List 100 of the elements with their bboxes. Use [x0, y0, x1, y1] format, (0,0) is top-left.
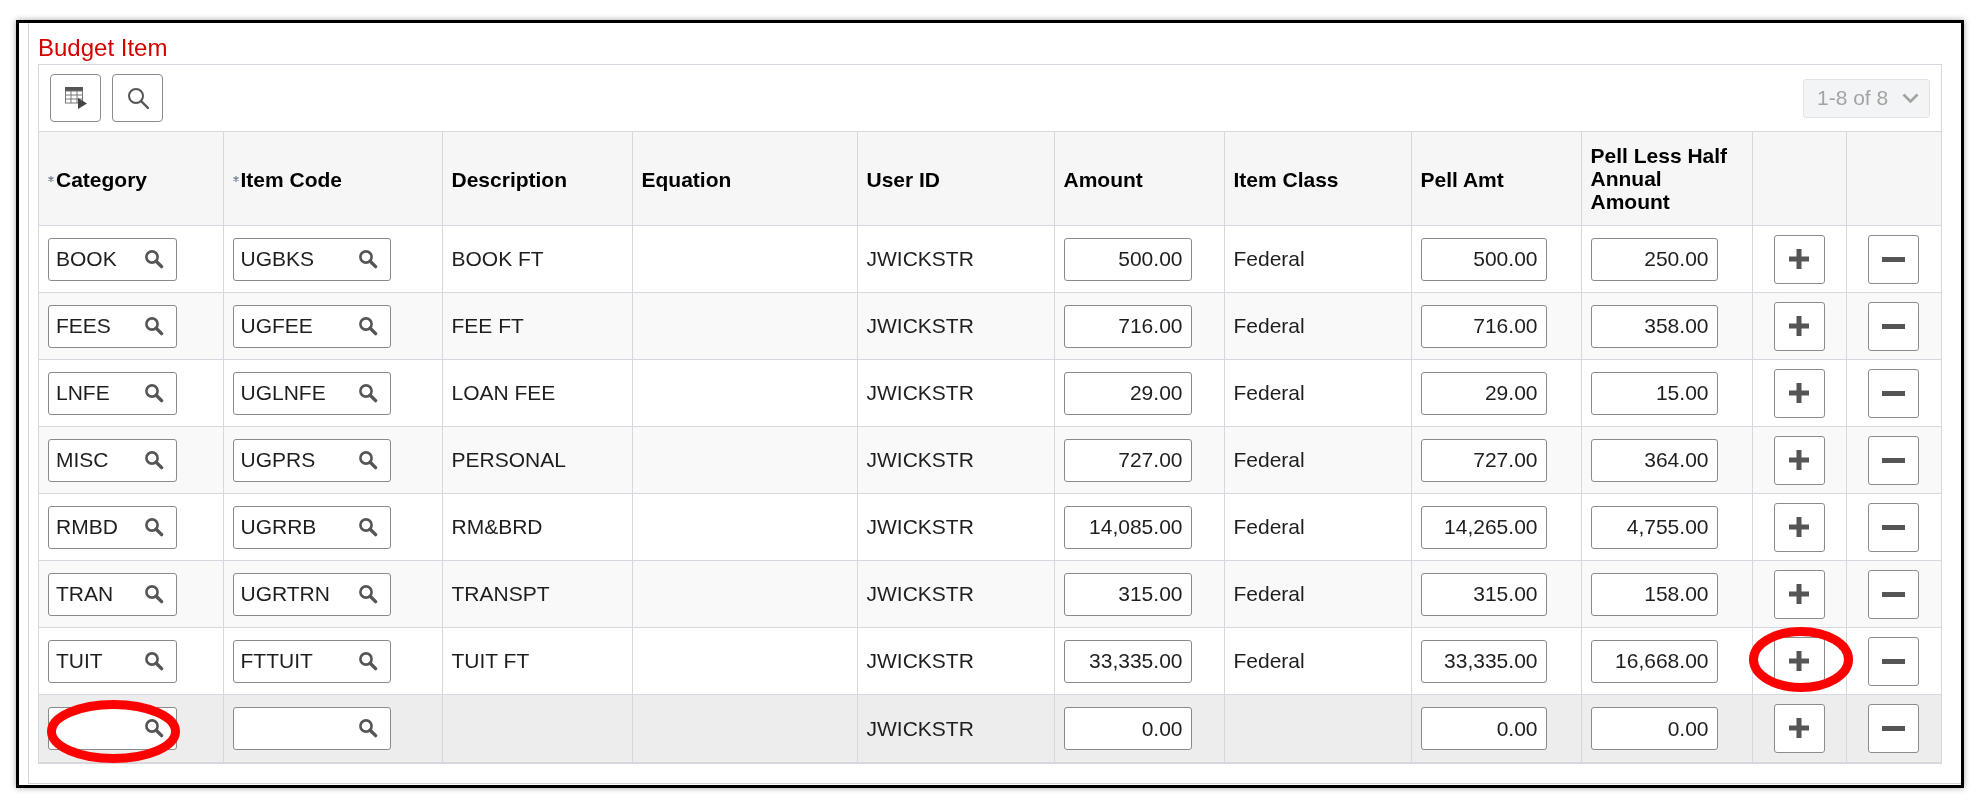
item-code-field[interactable]: UGBKS	[232, 237, 391, 281]
amount-field[interactable]: 500.00	[1063, 237, 1192, 281]
item-code-field[interactable]	[232, 706, 391, 750]
description-text: LOAN FEE	[451, 381, 556, 405]
column-header: Item Code	[240, 167, 342, 191]
amount-field[interactable]: 716.00	[1063, 304, 1192, 348]
search-icon[interactable]	[357, 718, 378, 739]
category-field[interactable]: BOOK	[48, 237, 177, 281]
search-icon[interactable]	[357, 316, 378, 336]
item-code-field[interactable]: UGRRB	[232, 505, 391, 549]
column-header: Description	[451, 167, 568, 191]
search-icon[interactable]	[144, 450, 164, 470]
user-id-text: JWICKSTR	[866, 716, 974, 740]
add-row-button[interactable]	[1773, 234, 1825, 284]
item-code-field[interactable]: UGPRS	[232, 438, 391, 482]
category-field[interactable]: FEES	[48, 304, 177, 348]
plus-icon	[1789, 517, 1809, 537]
amount-field[interactable]: 0.00	[1063, 706, 1192, 750]
pell-less-half-field[interactable]: 358.00	[1590, 304, 1718, 348]
pell-less-half-field[interactable]: 250.00	[1590, 237, 1718, 281]
delete-row-button[interactable]	[1868, 502, 1920, 552]
pell-amount-field[interactable]: 315.00	[1420, 572, 1547, 616]
delete-row-button[interactable]	[1868, 301, 1920, 351]
pell-amount-field[interactable]: 727.00	[1420, 438, 1547, 482]
description-text: TUIT FT	[451, 649, 530, 673]
item-class-text: Federal	[1233, 515, 1305, 539]
item-code-field[interactable]: UGRTRN	[232, 572, 391, 616]
pell-amount-field[interactable]: 33,335.00	[1420, 639, 1547, 683]
item-code-field[interactable]: UGFEE	[232, 304, 391, 348]
delete-row-button[interactable]	[1868, 636, 1920, 686]
pell-amount-field[interactable]: 0.00	[1420, 706, 1547, 750]
description-text: BOOK FT	[451, 247, 544, 271]
chevron-down-icon	[1902, 93, 1919, 103]
search-icon[interactable]	[144, 316, 164, 336]
delete-row-button[interactable]	[1868, 234, 1920, 284]
add-row-button[interactable]	[1773, 435, 1825, 485]
pell-less-half-field[interactable]: 0.00	[1590, 706, 1718, 750]
amount-field[interactable]: 29.00	[1063, 371, 1192, 415]
table-arrow-icon	[64, 87, 87, 109]
category-field[interactable]: RMBD	[48, 505, 177, 549]
amount-field[interactable]: 315.00	[1063, 572, 1192, 616]
column-header: User ID	[866, 167, 941, 191]
delete-row-button[interactable]	[1868, 435, 1920, 485]
pell-less-half-field[interactable]: 15.00	[1590, 371, 1718, 415]
search-icon[interactable]	[357, 651, 378, 671]
category-field[interactable]: LNFE	[48, 371, 177, 415]
user-id-text: JWICKSTR	[866, 649, 974, 673]
item-code-field[interactable]: UGLNFE	[232, 371, 391, 415]
pell-amount-field[interactable]: 500.00	[1420, 237, 1547, 281]
search-icon[interactable]	[357, 249, 378, 269]
amount-field[interactable]: 14,085.00	[1063, 505, 1192, 549]
user-id-text: JWICKSTR	[866, 448, 974, 472]
column-header: Pell Less Half Annual Amount	[1590, 144, 1729, 213]
search-icon[interactable]	[144, 584, 164, 604]
pell-amount-field[interactable]: 29.00	[1420, 371, 1547, 415]
column-header: Equation	[641, 167, 732, 191]
search-icon[interactable]	[357, 383, 378, 403]
category-field[interactable]: TUIT	[48, 639, 177, 683]
category-field[interactable]: TRAN	[48, 572, 177, 616]
description-text: RM&BRD	[451, 515, 543, 539]
search-icon[interactable]	[357, 517, 378, 537]
add-row-button[interactable]	[1773, 368, 1825, 418]
search-icon	[126, 87, 149, 109]
delete-row-button[interactable]	[1868, 368, 1920, 418]
add-row-button[interactable]	[1773, 301, 1825, 351]
pell-less-half-field[interactable]: 4,755.00	[1590, 505, 1718, 549]
minus-icon	[1882, 390, 1906, 396]
minus-icon	[1882, 591, 1906, 597]
search-icon[interactable]	[144, 517, 164, 537]
delete-row-button[interactable]	[1868, 703, 1920, 753]
description-text: PERSONAL	[451, 448, 566, 472]
column-header: Item Class	[1233, 167, 1339, 191]
pell-amount-field[interactable]: 14,265.00	[1420, 505, 1547, 549]
item-code-field[interactable]: FTTUIT	[232, 639, 391, 683]
pell-less-half-field[interactable]: 16,668.00	[1590, 639, 1718, 683]
plus-icon	[1789, 584, 1809, 604]
amount-field[interactable]: 33,335.00	[1063, 639, 1192, 683]
table-options-button[interactable]	[50, 74, 101, 122]
item-class-text: Federal	[1233, 247, 1305, 271]
search-icon[interactable]	[144, 718, 164, 739]
description-text: TRANSPT	[451, 582, 550, 606]
pell-less-half-field[interactable]: 364.00	[1590, 438, 1718, 482]
category-field[interactable]: MISC	[48, 438, 177, 482]
add-row-button[interactable]	[1773, 569, 1825, 619]
section-title: Budget Item	[38, 34, 168, 62]
minus-icon	[1882, 457, 1906, 463]
add-row-button[interactable]	[1773, 502, 1825, 552]
pell-amount-field[interactable]: 716.00	[1420, 304, 1547, 348]
amount-field[interactable]: 727.00	[1063, 438, 1192, 482]
plus-icon	[1789, 316, 1809, 336]
search-icon[interactable]	[144, 249, 164, 269]
search-icon[interactable]	[357, 450, 378, 470]
search-icon[interactable]	[144, 383, 164, 403]
user-id-text: JWICKSTR	[866, 582, 974, 606]
search-icon[interactable]	[144, 651, 164, 671]
pell-less-half-field[interactable]: 158.00	[1590, 572, 1718, 616]
search-icon[interactable]	[357, 584, 378, 604]
search-button[interactable]	[112, 74, 163, 122]
add-row-button[interactable]	[1773, 703, 1825, 753]
delete-row-button[interactable]	[1868, 569, 1920, 619]
